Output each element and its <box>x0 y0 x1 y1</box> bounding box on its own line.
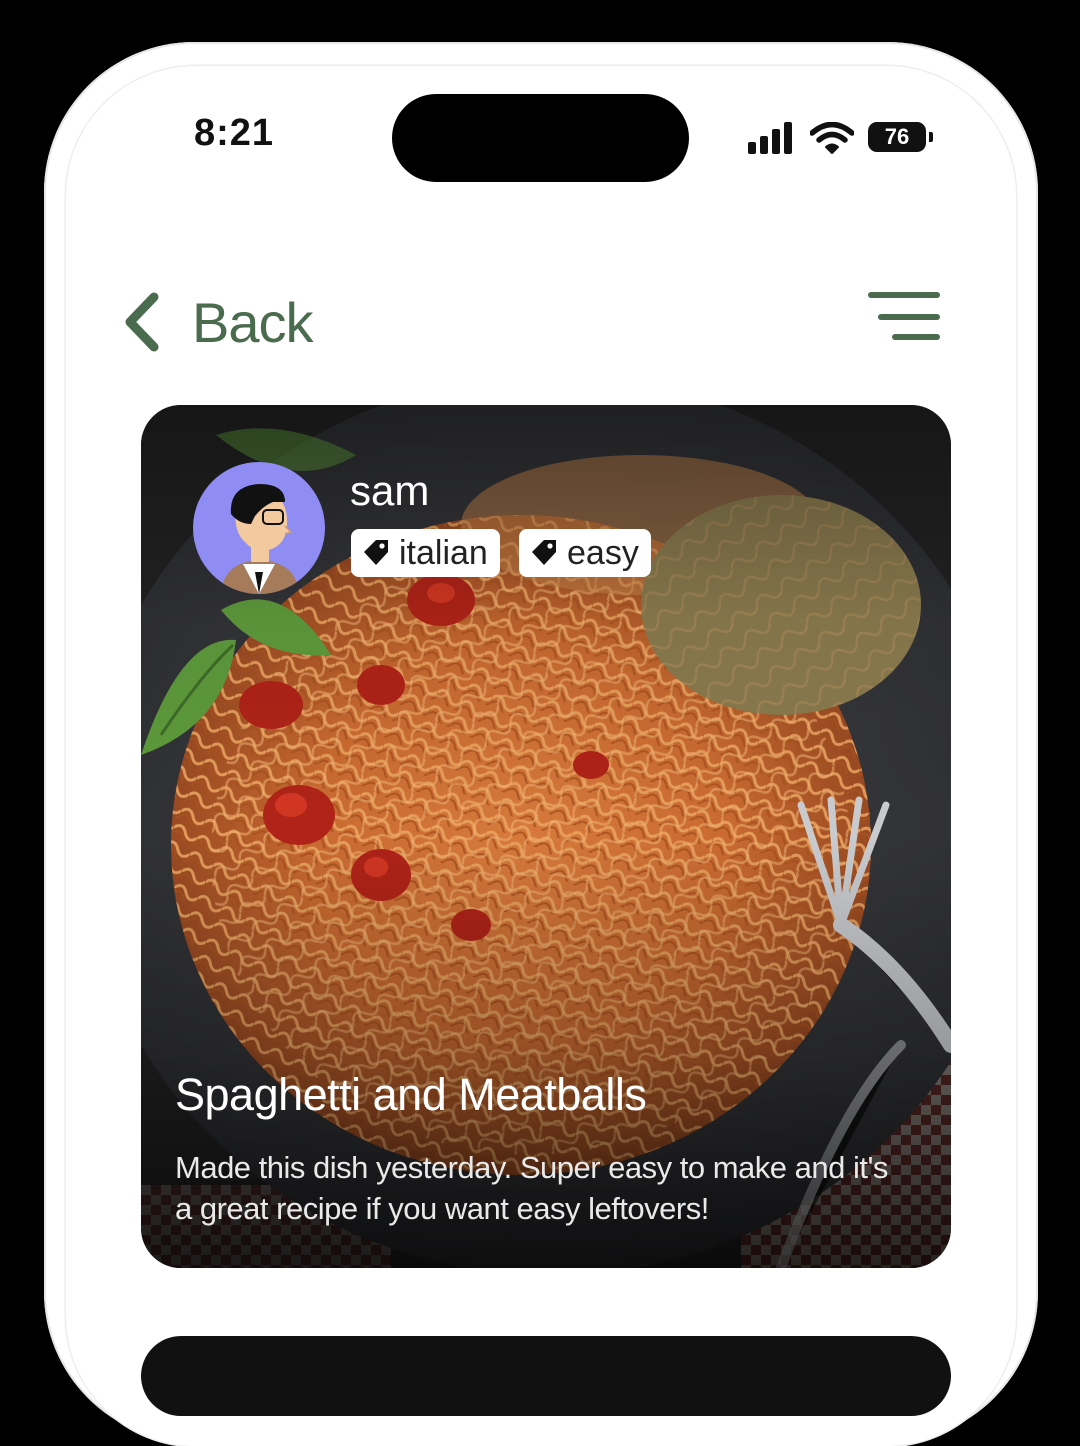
wifi-icon <box>810 122 854 154</box>
user-avatar-illustration <box>221 484 299 594</box>
tag-icon <box>364 540 388 565</box>
back-button[interactable]: Back <box>122 290 313 354</box>
dynamic-island <box>392 94 689 182</box>
next-post-card[interactable] <box>141 1336 951 1416</box>
post-description: Made this dish yesterday. Super easy to … <box>175 1150 888 1226</box>
avatar[interactable] <box>193 462 325 594</box>
tag-easy[interactable]: easy <box>519 529 651 577</box>
post-card[interactable]: sam italian easy Spaghetti and Meatballs… <box>141 405 951 1268</box>
tag-label: italian <box>399 533 488 572</box>
battery-cap <box>929 132 933 142</box>
chevron-left-icon <box>125 292 159 352</box>
status-time: 8:21 <box>194 112 275 154</box>
username[interactable]: sam <box>350 467 429 515</box>
tag-label: easy <box>567 533 639 572</box>
tag-italian[interactable]: italian <box>351 529 500 577</box>
back-label: Back <box>192 290 313 354</box>
battery-icon: 76 <box>868 122 926 152</box>
hamburger-menu-icon[interactable] <box>868 292 944 344</box>
tag-icon <box>532 540 556 565</box>
post-title: Spaghetti and Meatballs <box>175 1069 647 1120</box>
cellular-signal-icon <box>748 120 796 156</box>
